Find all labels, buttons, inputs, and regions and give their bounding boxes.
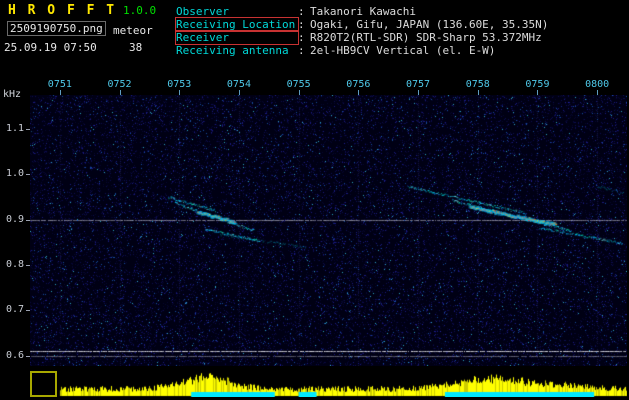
info-value: R820T2(RTL-SDR) SDR-Sharp 53.372MHz xyxy=(310,31,542,44)
y-axis-label: 0.7 xyxy=(5,304,24,316)
app-version: 1.0.0 xyxy=(123,4,157,17)
info-row-location: Receiving Location : Ogaki, Gifu, JAPAN … xyxy=(175,17,549,32)
y-axis-label: 0.6 xyxy=(5,349,24,361)
spectrogram-canvas xyxy=(30,95,627,367)
info-row-receiver: Receiver : R820T2(RTL-SDR) SDR-Sharp 53.… xyxy=(175,30,548,45)
info-row-observer: Observer : Takanori Kawachi xyxy=(176,5,548,18)
info-label: Receiving antenna xyxy=(176,44,289,57)
x-axis-label: 0800 xyxy=(585,79,610,90)
y-axis-label: 1.1 xyxy=(5,123,24,134)
level-scale-box xyxy=(30,371,57,397)
mode-label: meteor xyxy=(113,24,153,37)
info-colon: : xyxy=(298,5,305,18)
app-title: H R O F F T xyxy=(8,3,117,18)
x-axis-label: 0757 xyxy=(406,79,431,90)
x-axis-label: 0759 xyxy=(525,79,550,90)
info-colon: : xyxy=(298,44,305,57)
info-label: Observer xyxy=(176,5,229,18)
x-axis-label: 0752 xyxy=(107,79,132,90)
info-value: 2el-HB9CV Vertical (el. E-W) xyxy=(310,44,496,57)
observation-timestamp: 25.09.19 07:50 xyxy=(4,41,97,54)
x-axis-label: 0758 xyxy=(465,79,490,90)
meteor-count: 38 xyxy=(129,41,143,54)
info-colon: : xyxy=(298,18,305,31)
y-axis-label: 0.9 xyxy=(5,213,24,225)
info-value: Ogaki, Gifu, JAPAN (136.60E, 35.35N) xyxy=(310,18,549,31)
info-value: Takanori Kawachi xyxy=(310,5,416,18)
x-axis-label: 0755 xyxy=(286,79,311,90)
hrofft-output-image: H R O F F T 1.0.0 2509190750.png meteor … xyxy=(0,0,629,400)
info-row-antenna: Receiving antenna : 2el-HB9CV Vertical (… xyxy=(176,44,548,57)
noise-level-canvas xyxy=(30,366,627,397)
y-axis-label: 0.8 xyxy=(5,259,24,270)
x-axis-label: 0751 xyxy=(47,79,72,90)
info-label: Receiving Location xyxy=(175,17,299,32)
output-filename: 2509190750.png xyxy=(7,21,106,36)
x-axis-label: 0754 xyxy=(226,79,251,90)
info-colon: : xyxy=(298,31,305,44)
y-axis-unit-label: kHz xyxy=(3,89,22,100)
x-axis-label: 0756 xyxy=(346,79,371,90)
info-label: Receiver xyxy=(175,30,299,45)
station-info: Observer : Takanori Kawachi Receiving Lo… xyxy=(175,5,549,57)
y-axis-label: 1.0 xyxy=(5,168,24,180)
x-axis-label: 0753 xyxy=(167,79,192,90)
